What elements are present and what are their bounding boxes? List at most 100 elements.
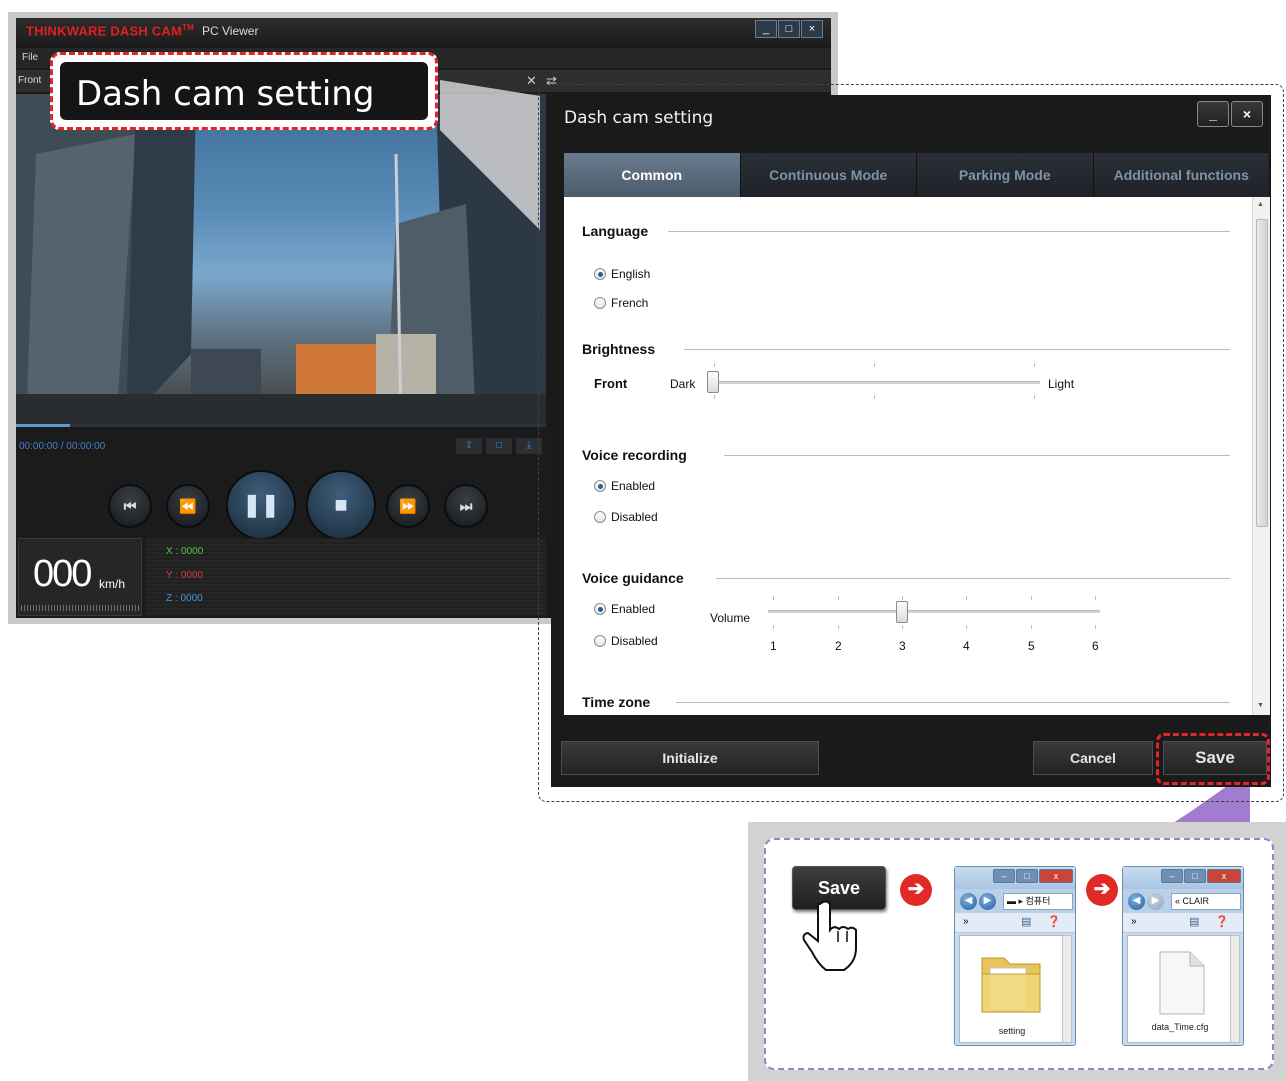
help-icon: ❓ [1047, 916, 1061, 928]
radio-voice-recording-enabled[interactable]: Enabled [594, 479, 655, 493]
initialize-button[interactable]: Initialize [561, 741, 819, 775]
explorer-close-button: x [1207, 869, 1241, 883]
tab-continuous-mode[interactable]: Continuous Mode [740, 153, 917, 197]
file-icon [1159, 951, 1205, 1015]
dialog-title: Dash cam setting [564, 108, 714, 128]
skip-forward-icon[interactable]: ⏭ [444, 484, 488, 528]
fast-forward-icon[interactable]: ⏩ [386, 484, 430, 528]
speedometer: 000 km/h [18, 538, 142, 616]
tab-parking-mode[interactable]: Parking Mode [917, 153, 1094, 197]
explorer-scrollbar [1062, 935, 1072, 1043]
close-button[interactable]: × [801, 20, 823, 38]
display-icon[interactable]: □ [486, 438, 512, 454]
tab-additional-functions[interactable]: Additional functions [1093, 153, 1270, 197]
playback-time: 00:00:00 / 00:00:00 [19, 441, 106, 452]
pane-icon: ▤ [1021, 916, 1032, 928]
explorer-titlebar: – □ x [1123, 867, 1243, 889]
g-sensor-x: X : 0000 [166, 546, 204, 557]
cancel-button[interactable]: Cancel [1033, 741, 1153, 775]
pane-icon: ▤ [1189, 916, 1200, 928]
voice-guidance-heading: Voice guidance [582, 570, 684, 586]
settings-tabs: Common Continuous Mode Parking Mode Addi… [564, 153, 1270, 197]
address-bar: ▬ ▸ 컴퓨터 [1003, 893, 1073, 910]
screen-capture-icon[interactable]: ⇪ [456, 438, 482, 454]
radio-english[interactable]: English [594, 267, 650, 281]
explorer-content: setting [959, 935, 1065, 1043]
back-icon: ◀ [1128, 893, 1145, 910]
volume-track[interactable] [768, 610, 1100, 613]
tab-common[interactable]: Common [564, 153, 741, 197]
scroll-down-icon[interactable]: ▼ [1257, 702, 1264, 709]
hand-cursor-icon [802, 900, 857, 971]
time-zone-heading: Time zone [582, 694, 651, 710]
radio-button[interactable] [594, 511, 606, 523]
radio-button-selected[interactable] [594, 603, 606, 615]
stop-icon[interactable]: ■ [306, 470, 376, 540]
brightness-light-label: Light [1048, 377, 1075, 391]
explorer-window-computer: – □ x ◀ ▶ ▬ ▸ 컴퓨터 » ▤ ❓ setting [954, 866, 1076, 1046]
camera-front-label: Front [18, 75, 42, 86]
radio-button[interactable] [594, 297, 606, 309]
radio-button-selected[interactable] [594, 268, 606, 280]
back-icon: ◀ [960, 893, 977, 910]
dash-cam-setting-callout: Dash cam setting [50, 52, 438, 130]
explorer-window-clair: – □ x ◀ ▶ « CLAIR » ▤ ❓ data_Time.cfg [1122, 866, 1244, 1046]
voice-recording-heading: Voice recording [582, 447, 687, 463]
scroll-up-icon[interactable]: ▲ [1257, 201, 1264, 208]
app-subtitle: PC Viewer [202, 24, 259, 38]
brand-logo: THINKWARE DASH CAMTM [26, 23, 194, 39]
brightness-front-label: Front [594, 376, 628, 391]
explorer-minimize-button: – [993, 869, 1015, 883]
arrow-right-icon: ➔ [1086, 874, 1118, 906]
radio-french[interactable]: French [594, 296, 648, 310]
explorer-content: data_Time.cfg [1127, 935, 1233, 1043]
video-tools: ⇪ □ ⤓ [456, 438, 546, 454]
speed-value: 000 [33, 553, 92, 595]
playback-progress-fill [16, 424, 70, 427]
rewind-icon[interactable]: ⏪ [166, 484, 210, 528]
radio-button[interactable] [594, 635, 606, 647]
volume-tick-label: 2 [835, 639, 842, 653]
pause-icon[interactable]: ❚❚ [226, 470, 296, 540]
volume-tick-label: 3 [899, 639, 906, 653]
skip-back-icon[interactable]: ⏮ [108, 484, 152, 528]
radio-button-selected[interactable] [594, 480, 606, 492]
dialog-minimize-button[interactable]: _ [1197, 101, 1229, 127]
expand-icon[interactable]: ✕ [526, 73, 537, 89]
volume-slider-thumb[interactable] [896, 601, 908, 623]
arrow-right-icon: ➔ [900, 874, 932, 906]
volume-tick-label: 5 [1028, 639, 1035, 653]
speed-ruler [21, 605, 139, 611]
forward-icon: ▶ [1147, 893, 1164, 910]
address-bar: « CLAIR [1171, 893, 1241, 910]
speed-unit: km/h [99, 577, 126, 591]
playback-progress-bar[interactable] [16, 424, 546, 427]
volume-label: Volume [710, 611, 751, 625]
volume-tick-label: 1 [770, 639, 777, 653]
settings-panel: Language English French Brightness Front… [564, 197, 1270, 715]
volume-tick-label: 6 [1092, 639, 1099, 653]
menu-file[interactable]: File [22, 52, 38, 63]
file-name: data_Time.cfg [1151, 1022, 1209, 1032]
volume-tick-label: 4 [963, 639, 970, 653]
radio-voice-guidance-disabled[interactable]: Disabled [594, 634, 658, 648]
radio-voice-guidance-enabled[interactable]: Enabled [594, 602, 655, 616]
dialog-window-controls: _ × [1195, 101, 1263, 127]
explorer-maximize-button: □ [1184, 869, 1206, 883]
radio-voice-recording-disabled[interactable]: Disabled [594, 510, 658, 524]
settings-scrollbar[interactable]: ▲ ▼ [1252, 197, 1270, 715]
folder-icon [981, 957, 1041, 1013]
brightness-track[interactable] [714, 381, 1040, 384]
explorer-toolbar: » ▤ ❓ [955, 913, 1075, 933]
explorer-minimize-button: – [1161, 869, 1183, 883]
explorer-nav: ◀ ▶ ▬ ▸ 컴퓨터 [955, 889, 1075, 913]
maximize-button[interactable]: □ [778, 20, 800, 38]
dialog-close-button[interactable]: × [1231, 101, 1263, 127]
minimize-button[interactable]: _ [755, 20, 777, 38]
viewer-titlebar: THINKWARE DASH CAMTM PC Viewer _ □ × [16, 18, 831, 44]
brightness-slider-thumb[interactable] [707, 371, 719, 393]
scrollbar-thumb[interactable] [1256, 219, 1268, 527]
g-sensor-z: Z : 0000 [166, 593, 203, 604]
g-sensor-y: Y : 0000 [166, 570, 204, 581]
explorer-toolbar: » ▤ ❓ [1123, 913, 1243, 933]
